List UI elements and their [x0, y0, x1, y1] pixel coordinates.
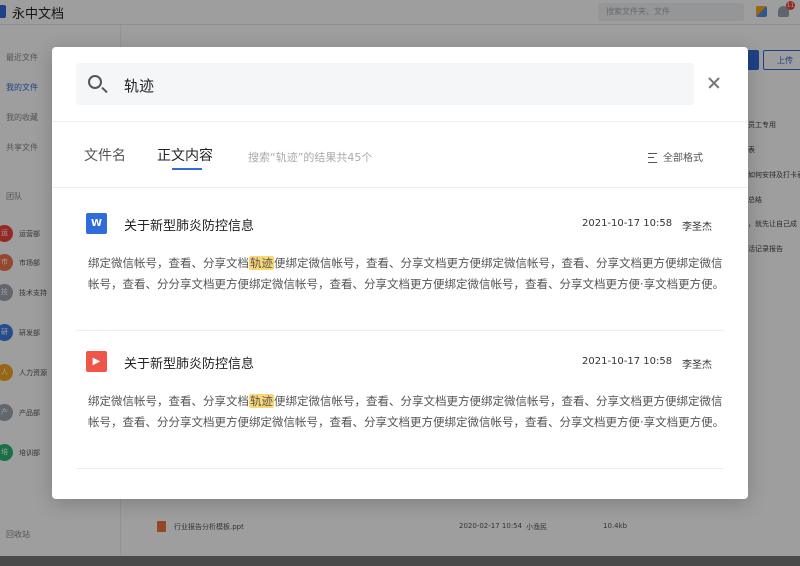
format-filter[interactable]: 全部格式: [648, 149, 703, 164]
result-snippet: 绑定微信帐号，查看、分享文档轨迹便绑定微信帐号，查看、分享文档更方便绑定微信帐号…: [88, 256, 725, 291]
result-title[interactable]: 关于新型肺炎防控信息: [124, 353, 254, 372]
result-author: 李圣杰: [682, 222, 712, 233]
search-modal: 文件名 正文内容 搜索“轨迹”的结果共45个 全部格式 W 关于新型肺炎防控信息…: [52, 47, 748, 499]
filter-icon: [648, 153, 657, 163]
divider: [76, 330, 724, 331]
search-icon: [88, 75, 102, 89]
divider: [52, 121, 748, 122]
taskbar: [0, 556, 800, 566]
search-bar: [76, 63, 694, 105]
active-tab-indicator: [172, 168, 202, 170]
result-summary: 搜索“轨迹”的结果共45个: [248, 151, 373, 164]
format-filter-label: 全部格式: [663, 153, 703, 164]
word-doc-icon: W: [86, 213, 107, 234]
divider: [52, 187, 748, 188]
result-date: 2021-10-17 10:58: [582, 218, 673, 229]
result-date: 2021-10-17 10:58: [582, 356, 673, 367]
close-icon[interactable]: [706, 75, 722, 91]
video-file-icon: ▶: [86, 351, 107, 372]
highlight-match: 轨迹: [249, 394, 274, 408]
result-title[interactable]: 关于新型肺炎防控信息: [124, 215, 254, 234]
search-input[interactable]: [122, 71, 526, 99]
result-author: 李圣杰: [682, 360, 712, 371]
result-snippet: 绑定微信帐号，查看、分享文档轨迹便绑定微信帐号，查看、分享文档更方便绑定微信帐号…: [88, 394, 725, 429]
highlight-match: 轨迹: [249, 256, 274, 270]
tab-filename[interactable]: 文件名: [84, 145, 126, 165]
tab-content[interactable]: 正文内容: [157, 145, 213, 165]
divider: [76, 468, 724, 469]
